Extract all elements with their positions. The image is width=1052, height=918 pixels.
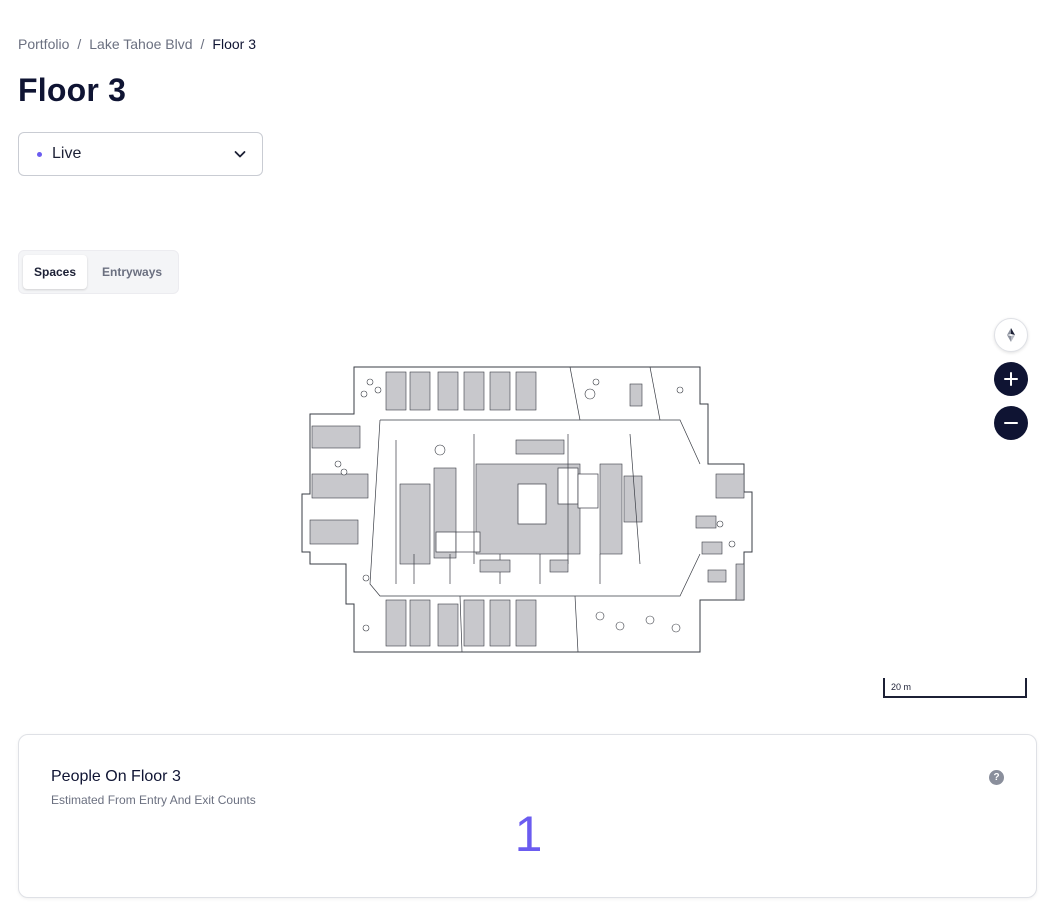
breadcrumb-portfolio-link[interactable]: Portfolio [18,36,69,52]
card-title: People On Floor 3 [51,768,181,785]
tab-spaces[interactable]: Spaces [23,255,88,289]
help-icon[interactable]: ? [989,770,1004,785]
live-status-dot [37,151,42,157]
occupancy-card: People On Floor 3 Estimated From Entry A… [18,734,1037,898]
tab-entryways[interactable]: Entryways [91,255,173,289]
breadcrumb: Portfolio / Lake Tahoe Blvd / Floor 3 [18,36,256,52]
mode-select-value: Live [52,145,82,162]
minus-icon [1004,422,1018,424]
compass-icon [1007,328,1015,342]
people-count-value: 1 [514,806,543,862]
breadcrumb-separator: / [77,36,82,52]
compass-button[interactable] [994,318,1028,352]
chevron-down-icon [234,151,246,158]
live-mode-dropdown[interactable]: Live [18,132,263,176]
breadcrumb-separator: / [200,36,205,52]
map-scale-bar: 20 m [883,678,1027,698]
floor-map[interactable] [0,300,1052,720]
plus-icon [1004,372,1018,386]
page-title: Floor 3 [18,72,127,108]
floor-plan-image [301,366,753,653]
view-tabs: Spaces Entryways [18,250,179,294]
breadcrumb-building-link[interactable]: Lake Tahoe Blvd [89,36,192,52]
scale-label: 20 m [891,682,912,692]
zoom-in-button[interactable] [994,362,1028,396]
zoom-out-button[interactable] [994,406,1028,440]
breadcrumb-current: Floor 3 [212,36,256,52]
